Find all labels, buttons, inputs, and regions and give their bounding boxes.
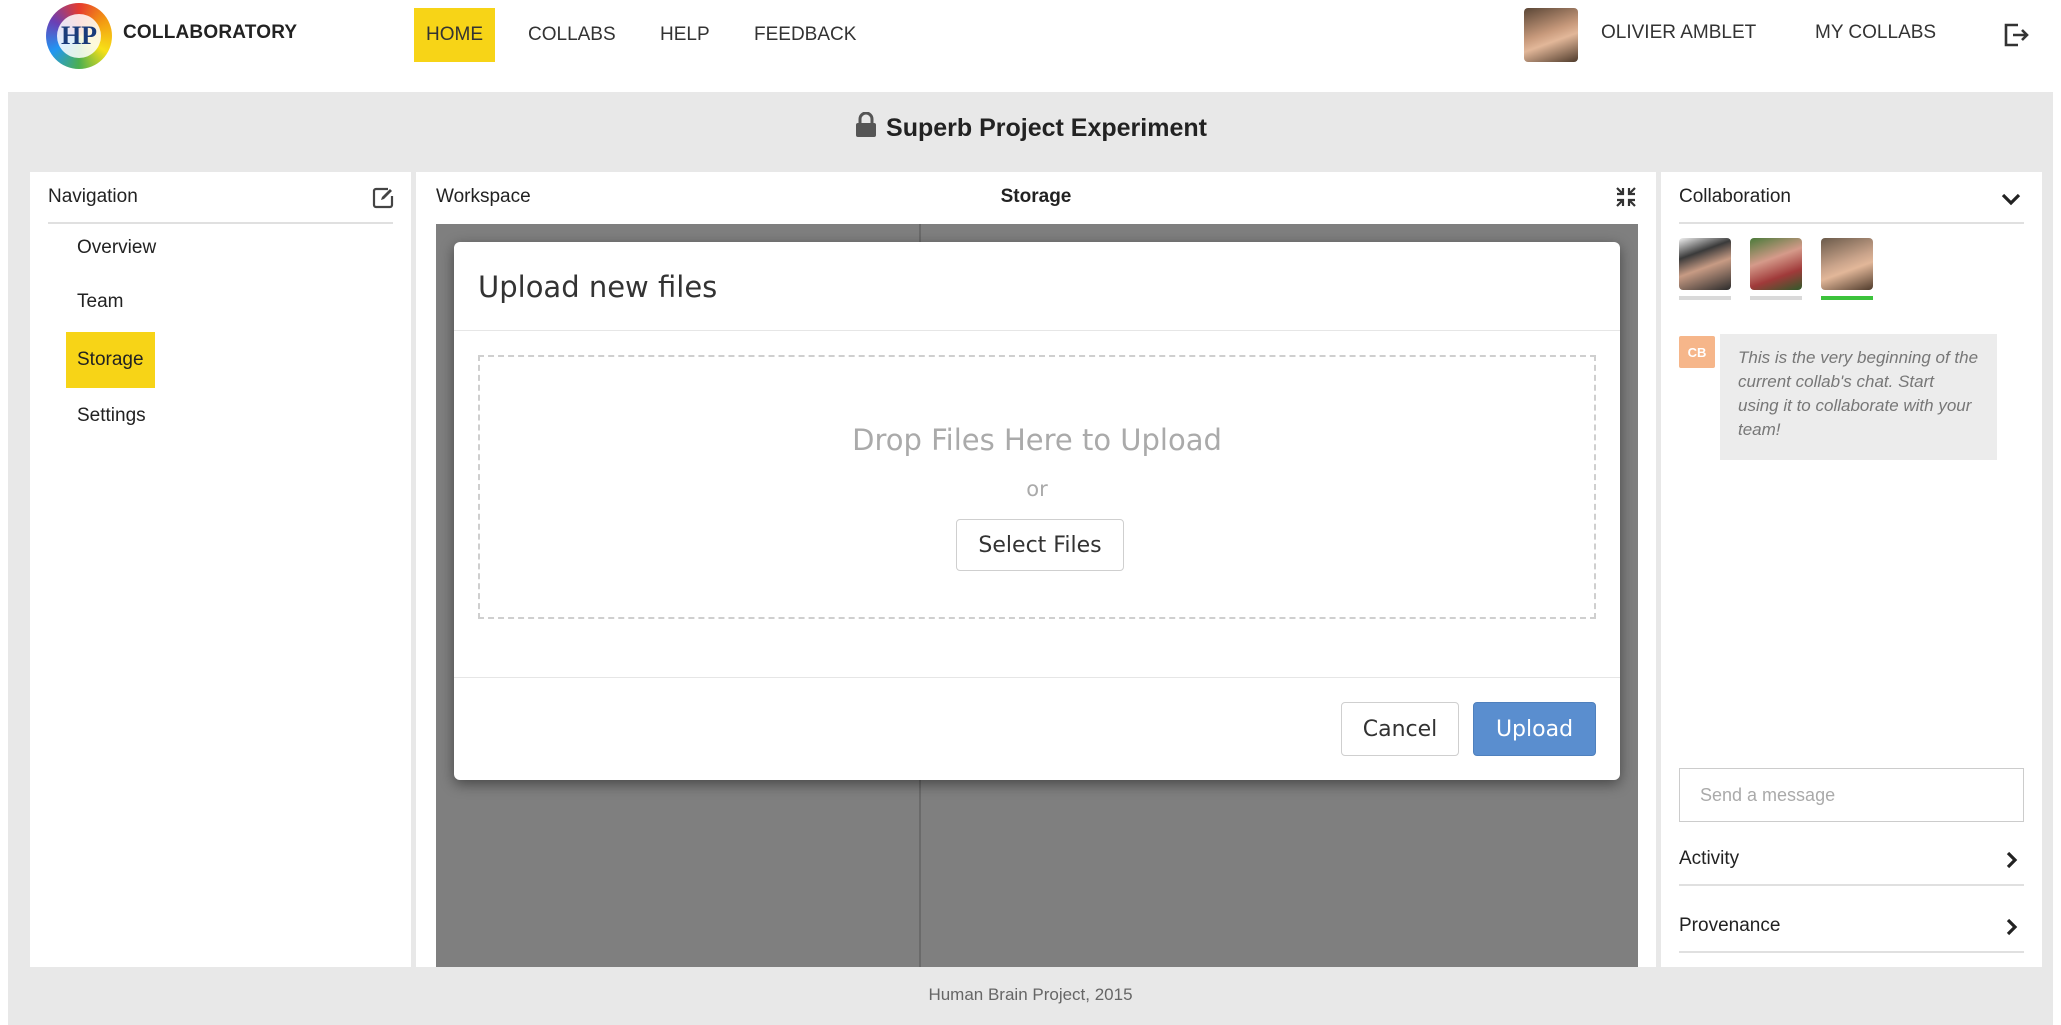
chevron-right-icon[interactable]	[2006, 918, 2018, 936]
chevron-right-icon[interactable]	[2006, 851, 2018, 869]
top-bar: HP COLLABORATORY HOME COLLABS HELP FEEDB…	[0, 0, 2061, 90]
provenance-underline	[1679, 951, 2024, 953]
navigation-title: Navigation	[48, 186, 138, 207]
message-input[interactable]	[1679, 768, 2024, 822]
nav-home[interactable]: HOME	[414, 8, 495, 62]
drop-text: Drop Files Here to Upload	[852, 423, 1222, 457]
chat-avatar-badge: CB	[1679, 336, 1715, 368]
nav-collabs[interactable]: COLLABS	[516, 8, 628, 62]
nav-help[interactable]: HELP	[648, 8, 722, 62]
chat-message: This is the very beginning of the curren…	[1720, 334, 1997, 460]
collaboration-underline	[1679, 222, 2024, 224]
or-text: or	[1026, 477, 1048, 501]
workspace-subtitle: Storage	[1000, 186, 1072, 207]
logout-icon[interactable]	[2000, 19, 2032, 51]
activity-item[interactable]: Activity	[1679, 848, 1739, 870]
drop-zone[interactable]: Drop Files Here to Upload or Select File…	[478, 355, 1596, 619]
upload-modal: Upload new files Drop Files Here to Uplo…	[454, 242, 1620, 780]
hbp-logo[interactable]: HP	[46, 3, 112, 69]
upload-button[interactable]: Upload	[1473, 702, 1596, 756]
member-avatar[interactable]	[1679, 238, 1731, 290]
brand-name[interactable]: COLLABORATORY	[123, 22, 297, 44]
footer-text: Human Brain Project, 2015	[928, 985, 1133, 1004]
nav-overview[interactable]: Overview	[66, 220, 167, 276]
activity-underline	[1679, 884, 2024, 886]
member-avatar[interactable]	[1750, 238, 1802, 290]
project-title: Superb Project Experiment	[0, 112, 2061, 143]
collaboration-title: Collaboration	[1679, 186, 1791, 207]
project-title-text: Superb Project Experiment	[886, 114, 1207, 142]
member-status-bar	[1750, 296, 1802, 300]
my-collabs-link[interactable]: MY COLLABS	[1815, 22, 1936, 44]
provenance-item[interactable]: Provenance	[1679, 915, 1780, 937]
nav-storage[interactable]: Storage	[66, 332, 155, 388]
user-avatar[interactable]	[1524, 8, 1578, 62]
chevron-down-icon[interactable]	[2001, 192, 2021, 206]
logo-letters: HP	[57, 14, 101, 58]
edit-icon[interactable]	[372, 187, 394, 209]
navigation-panel: Navigation Overview Team Storage Setting…	[30, 172, 411, 967]
fullscreen-icon[interactable]	[1615, 186, 1637, 208]
member-status-bar-online	[1821, 296, 1873, 300]
nav-feedback[interactable]: FEEDBACK	[742, 8, 868, 62]
lock-icon	[856, 112, 877, 137]
member-status-bar	[1679, 296, 1731, 300]
cancel-button[interactable]: Cancel	[1341, 702, 1459, 756]
member-avatar[interactable]	[1821, 238, 1873, 290]
modal-title: Upload new files	[478, 270, 718, 304]
user-name[interactable]: OLIVIER AMBLET	[1601, 22, 1756, 44]
modal-footer-divider	[454, 677, 1620, 678]
select-files-button[interactable]: Select Files	[956, 519, 1124, 571]
modal-header-divider	[454, 330, 1620, 331]
nav-settings[interactable]: Settings	[66, 388, 157, 444]
collaboration-panel: Collaboration CB This is the very beginn…	[1661, 172, 2042, 967]
nav-team[interactable]: Team	[66, 274, 134, 330]
